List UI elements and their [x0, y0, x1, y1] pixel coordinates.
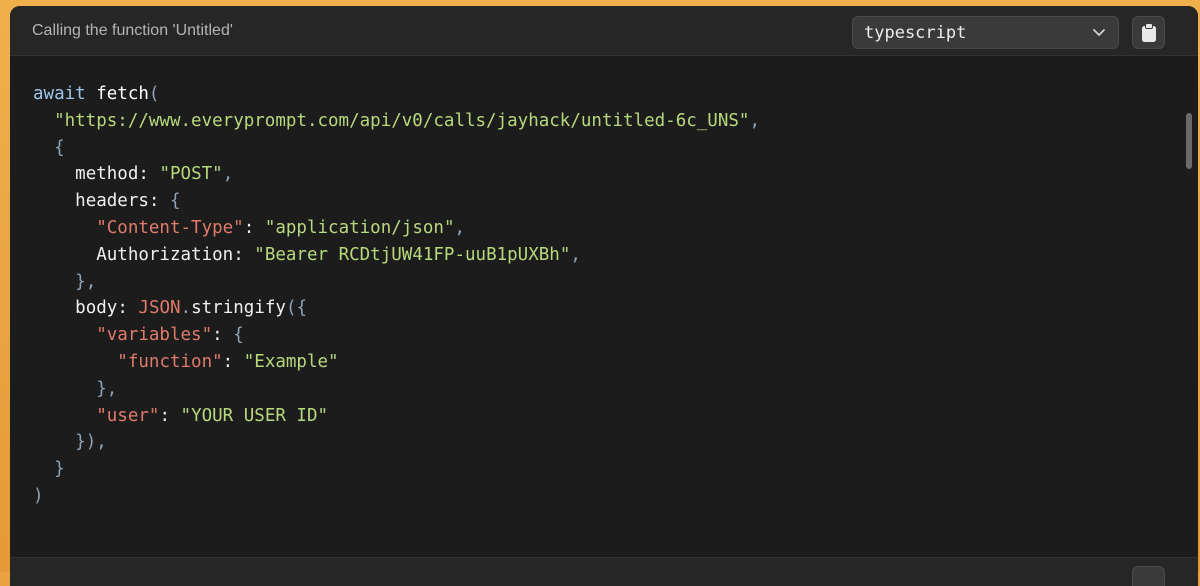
code-text: await fetch( "https://www.everyprompt.co…	[33, 84, 760, 506]
code-token-headers-key: headers	[75, 191, 149, 212]
code-token-url: "https://www.everyprompt.com/api/v0/call…	[54, 110, 750, 131]
code-token-method-key: method	[75, 164, 139, 185]
code-token-authorization-value: "Bearer RCDtjUW41FP-uuB1pUXBh"	[254, 244, 571, 265]
code-token-function-key: "function"	[117, 351, 223, 372]
code-token-user-value: "YOUR USER ID"	[180, 405, 329, 426]
code-token-authorization-key: Authorization	[96, 244, 234, 265]
window-frame: Calling the function 'Untitled' typescri…	[0, 0, 1200, 586]
code-token-content-type-key: "Content-Type"	[96, 217, 244, 238]
code-token-variables-key: "variables"	[96, 325, 213, 346]
code-panel: Calling the function 'Untitled' typescri…	[10, 6, 1198, 586]
code-block[interactable]: await fetch( "https://www.everyprompt.co…	[10, 57, 1198, 557]
code-token-await: await	[33, 84, 86, 104]
vertical-scrollbar[interactable]	[1186, 113, 1192, 169]
code-token-json: JSON	[138, 298, 181, 319]
copy-button-secondary[interactable]	[1132, 566, 1165, 586]
copy-button[interactable]	[1132, 16, 1165, 49]
code-token-body-key: body	[75, 298, 118, 319]
code-token-method-value: "POST"	[159, 164, 223, 185]
code-token-user-key: "user"	[96, 405, 160, 426]
code-token-fetch: fetch	[96, 84, 149, 104]
panel-title: Calling the function 'Untitled'	[32, 22, 233, 39]
code-header: Calling the function 'Untitled' typescri…	[10, 6, 1198, 56]
language-select[interactable]: typescript	[852, 16, 1119, 49]
code-token-stringify: stringify	[191, 298, 286, 319]
language-select-value: typescript	[864, 23, 967, 43]
code-token-content-type-value: "application/json"	[264, 217, 455, 238]
code-token-function-value: "Example"	[243, 351, 339, 372]
chevron-down-icon	[1093, 29, 1105, 36]
clipboard-icon	[1142, 23, 1156, 42]
